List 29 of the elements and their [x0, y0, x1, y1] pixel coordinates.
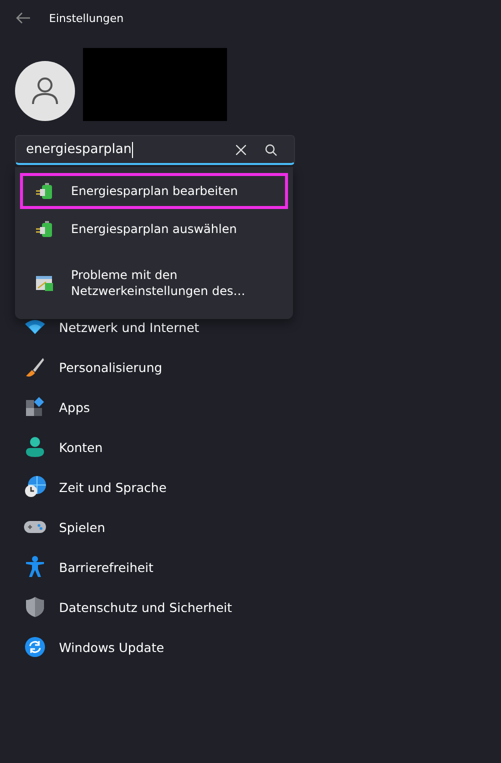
person-icon — [26, 437, 44, 457]
brush-icon — [25, 357, 45, 377]
search-field[interactable]: energiesparplan — [15, 135, 295, 165]
nav-item[interactable]: Spielen — [0, 507, 232, 547]
update-icon — [25, 637, 45, 657]
nav-item[interactable]: Apps — [0, 387, 232, 427]
window-title: Einstellungen — [49, 12, 124, 24]
search-icon[interactable] — [265, 144, 277, 156]
back-arrow-icon[interactable] — [15, 12, 31, 24]
shield-icon — [26, 597, 44, 617]
globe-clock-icon — [24, 476, 46, 498]
gamepad-icon — [24, 519, 46, 535]
nav-item[interactable]: Datenschutz und Sicherheit — [0, 587, 232, 627]
suggestion-item[interactable]: Energiesparplan bearbeiten — [20, 173, 288, 209]
accessibility-icon — [25, 556, 45, 578]
close-icon[interactable] — [236, 144, 246, 154]
wifi-icon — [25, 319, 45, 335]
nav-item[interactable]: Barrierefreiheit — [0, 547, 232, 587]
battery-plug-icon — [36, 220, 54, 238]
battery-plug-icon — [36, 182, 54, 200]
search-text: energiesparplan — [26, 142, 132, 157]
nav-item[interactable]: Personalisierung — [0, 347, 232, 387]
person-icon — [30, 76, 60, 106]
nav-item[interactable]: Zeit und Sprache — [0, 467, 232, 507]
apps-icon — [25, 397, 45, 417]
suggestion-item[interactable]: Energiesparplan auswählen — [20, 211, 288, 247]
nav-item[interactable]: Konten — [0, 427, 232, 467]
network-settings-icon — [36, 274, 54, 292]
nav-item[interactable]: Windows Update — [0, 627, 232, 667]
